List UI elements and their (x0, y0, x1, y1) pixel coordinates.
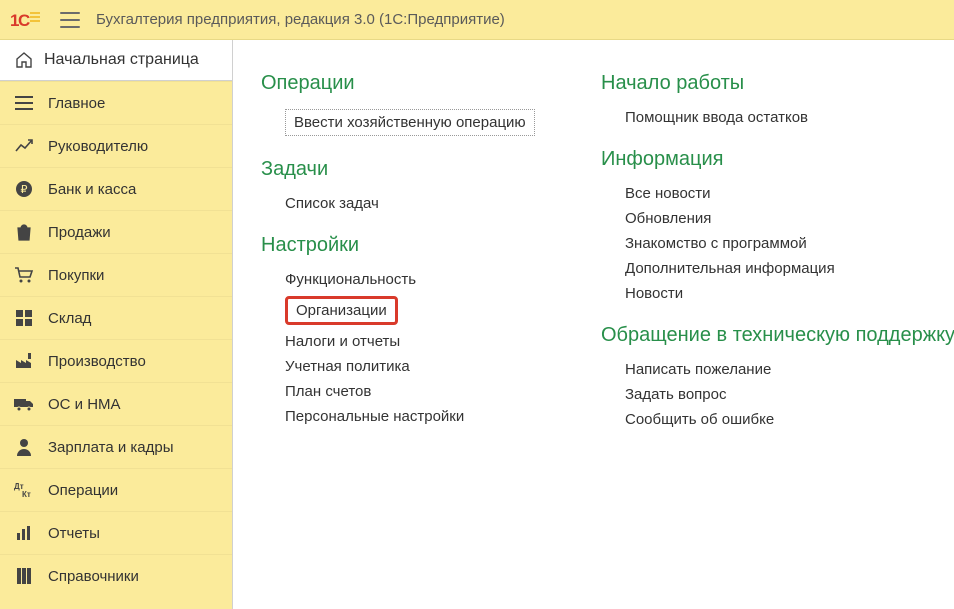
truck-icon (14, 395, 34, 413)
factory-icon (14, 352, 34, 370)
sidebar-item-label: ОС и НМА (48, 396, 121, 413)
section-support-title: Обращение в техническую поддержку (601, 324, 954, 347)
sidebar-item-label: Отчеты (48, 525, 100, 542)
link-report-error[interactable]: Сообщить об ошибке (625, 411, 774, 428)
books-icon (14, 567, 34, 585)
svg-text:₽: ₽ (21, 184, 28, 196)
link-updates[interactable]: Обновления (625, 210, 711, 227)
home-icon (14, 51, 34, 69)
ruble-circle-icon: ₽ (14, 180, 34, 198)
link-functionality[interactable]: Функциональность (285, 271, 416, 288)
link-balance-assistant[interactable]: Помощник ввода остатков (625, 109, 808, 126)
sidebar-item-hr[interactable]: Зарплата и кадры (0, 425, 232, 468)
sidebar-item-label: Операции (48, 482, 118, 499)
dt-kt-icon: ДтКт (14, 481, 34, 499)
section-start-title: Начало работы (601, 72, 954, 95)
bag-icon (14, 223, 34, 241)
sidebar-item-label: Справочники (48, 568, 139, 585)
sidebar-item-operations[interactable]: ДтКт Операции (0, 468, 232, 511)
link-all-news[interactable]: Все новости (625, 185, 711, 202)
svg-text:C: C (18, 11, 30, 30)
sidebar-item-label: Главное (48, 95, 105, 112)
link-news[interactable]: Новости (625, 285, 683, 302)
sidebar-item-label: Руководителю (48, 138, 148, 155)
link-intro[interactable]: Знакомство с программой (625, 235, 807, 252)
sidebar-item-label: Склад (48, 310, 91, 327)
sidebar-item-label: Зарплата и кадры (48, 439, 174, 456)
section-operations-title: Операции (261, 72, 561, 95)
link-taxes-reports[interactable]: Налоги и отчеты (285, 333, 400, 350)
sidebar-item-directories[interactable]: Справочники (0, 554, 232, 597)
section-info-title: Информация (601, 148, 954, 171)
grid-icon (14, 309, 34, 327)
person-icon (14, 438, 34, 456)
sidebar-item-purchases[interactable]: Покупки (0, 253, 232, 296)
link-organizations[interactable]: Организации (285, 296, 398, 325)
sidebar-item-manager[interactable]: Руководителю (0, 124, 232, 167)
app-title: Бухгалтерия предприятия, редакция 3.0 (1… (96, 11, 505, 28)
main-menu-icon[interactable] (60, 12, 80, 28)
link-ask-question[interactable]: Задать вопрос (625, 386, 726, 403)
sidebar-item-label: Продажи (48, 224, 111, 241)
link-accounting-policy[interactable]: Учетная политика (285, 358, 410, 375)
link-personal-settings[interactable]: Персональные настройки (285, 408, 464, 425)
link-task-list[interactable]: Список задач (285, 195, 379, 212)
sidebar-item-label: Покупки (48, 267, 104, 284)
sidebar-item-reports[interactable]: Отчеты (0, 511, 232, 554)
content-area: Операции Ввести хозяйственную операцию З… (233, 40, 954, 609)
start-page-tab[interactable]: Начальная страница (0, 40, 233, 81)
sidebar-item-label: Банк и касса (48, 181, 136, 198)
sidebar-item-production[interactable]: Производство (0, 339, 232, 382)
menu-icon (14, 94, 34, 112)
chart-line-icon (14, 137, 34, 155)
sidebar-item-warehouse[interactable]: Склад (0, 296, 232, 339)
app-logo-icon: 1 C (10, 9, 44, 31)
sidebar-item-sales[interactable]: Продажи (0, 210, 232, 253)
link-extra-info[interactable]: Дополнительная информация (625, 260, 835, 277)
sidebar-item-label: Производство (48, 353, 146, 370)
cart-icon (14, 266, 34, 284)
sidebar-item-assets[interactable]: ОС и НМА (0, 382, 232, 425)
link-chart-accounts[interactable]: План счетов (285, 383, 371, 400)
bar-chart-icon (14, 524, 34, 542)
start-page-label: Начальная страница (44, 51, 199, 69)
titlebar: 1 C Бухгалтерия предприятия, редакция 3.… (0, 0, 954, 40)
sidebar: Начальная страница Главное Руководителю … (0, 40, 233, 609)
svg-text:Кт: Кт (22, 490, 31, 498)
link-enter-operation[interactable]: Ввести хозяйственную операцию (285, 109, 535, 136)
link-send-wish[interactable]: Написать пожелание (625, 361, 771, 378)
sidebar-item-bank[interactable]: ₽ Банк и касса (0, 167, 232, 210)
section-settings-title: Настройки (261, 234, 561, 257)
section-tasks-title: Задачи (261, 158, 561, 181)
sidebar-item-main[interactable]: Главное (0, 81, 232, 124)
